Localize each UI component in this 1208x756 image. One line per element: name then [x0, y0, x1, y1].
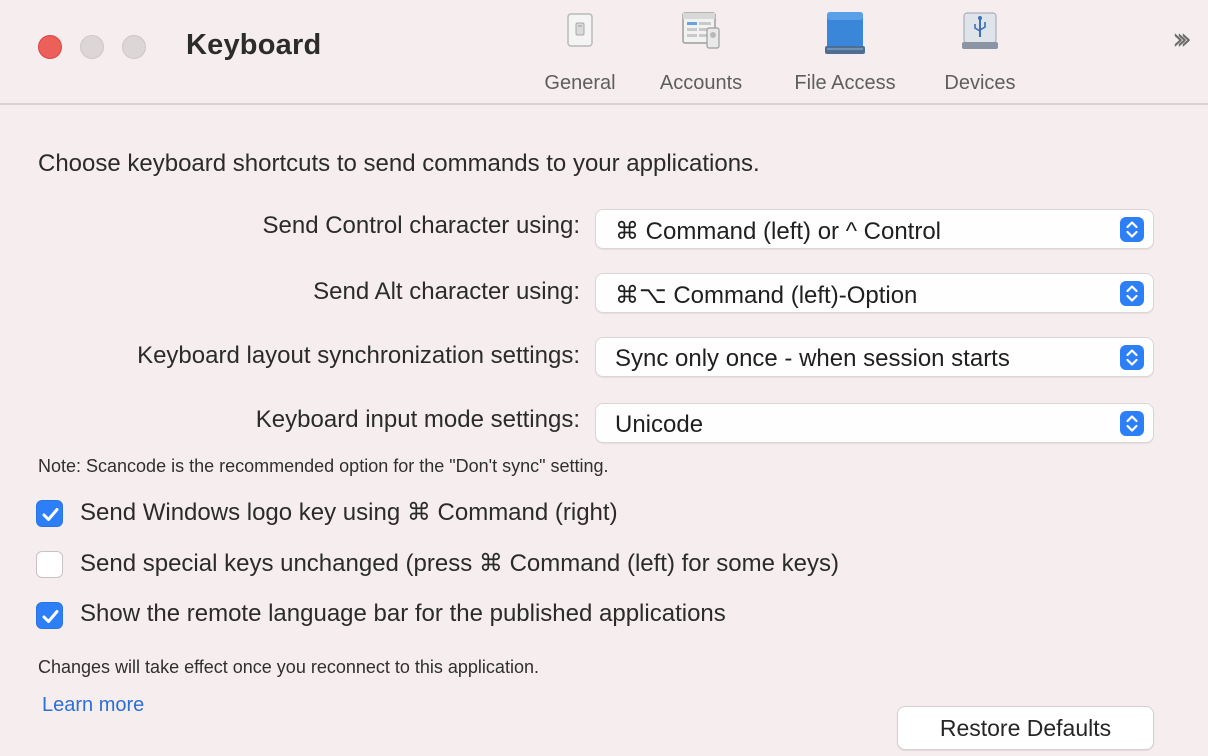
special-keys-unchanged-label: Send special keys unchanged (press ⌘ Com… — [80, 550, 839, 577]
select-value: Unicode — [615, 411, 704, 438]
toolbar-label-file-access: File Access — [794, 72, 896, 94]
select-value: ⌘⌥ Command (left)-Option — [615, 282, 918, 309]
toolbar-tab-accounts[interactable]: Accounts — [643, 10, 759, 100]
send-alt-character-select[interactable]: ⌘⌥ Command (left)-Option — [595, 273, 1154, 313]
special-keys-unchanged-checkbox[interactable] — [36, 551, 63, 578]
label-keyboard-input-mode: Keyboard input mode settings: — [255, 406, 580, 433]
minimize-window-button[interactable] — [80, 35, 104, 59]
select-value: ⌘ Command (left) or ^ Control — [615, 218, 942, 245]
maximize-window-button[interactable] — [122, 35, 146, 59]
toolbar-tab-file-access[interactable]: File Access — [774, 10, 916, 100]
devices-usb-icon — [957, 10, 1003, 57]
close-window-button[interactable] — [38, 35, 62, 59]
windows-logo-key-label: Send Windows logo key using ⌘ Command (r… — [80, 499, 618, 526]
send-control-character-select[interactable]: ⌘ Command (left) or ^ Control — [595, 209, 1154, 249]
changes-note: Changes will take effect once you reconn… — [38, 657, 539, 677]
keyboard-layout-sync-select[interactable]: Sync only once - when session starts — [595, 337, 1154, 377]
label-keyboard-layout-sync: Keyboard layout synchronization settings… — [137, 342, 580, 369]
general-switch-icon — [563, 10, 597, 55]
label-send-control-character: Send Control character using: — [262, 212, 580, 239]
learn-more-link[interactable]: Learn more — [42, 694, 144, 717]
keyboard-input-mode-select[interactable]: Unicode — [595, 403, 1154, 443]
select-stepper-icon — [1120, 411, 1144, 436]
select-value: Sync only once - when session starts — [615, 345, 1010, 372]
toolbar-tab-general[interactable]: General — [535, 10, 625, 100]
toolbar-label-accounts: Accounts — [659, 72, 743, 94]
toolbar-tab-devices[interactable]: Devices — [928, 10, 1032, 100]
checkmark-icon — [42, 610, 59, 623]
remote-language-bar-checkbox[interactable] — [36, 602, 63, 629]
windows-logo-key-checkbox[interactable] — [36, 500, 63, 527]
label-send-alt-character: Send Alt character using: — [313, 278, 580, 305]
toolbar-label-general: General — [544, 72, 616, 94]
remote-language-bar-label: Show the remote language bar for the pub… — [80, 600, 726, 627]
select-stepper-icon — [1120, 345, 1144, 370]
checkmark-icon — [42, 508, 59, 521]
intro-text: Choose keyboard shortcuts to send comman… — [38, 150, 760, 177]
chevron-double-right-icon[interactable]: ››› — [1172, 22, 1192, 57]
toolbar-label-devices: Devices — [944, 72, 1016, 94]
scancode-note: Note: Scancode is the recommended option… — [38, 456, 609, 476]
window-title: Keyboard — [186, 29, 322, 61]
window-toolbar: Keyboard General Accounts File Access De… — [0, 0, 1208, 105]
select-stepper-icon — [1120, 217, 1144, 242]
file-access-drive-icon — [821, 10, 869, 61]
restore-defaults-button[interactable]: Restore Defaults — [897, 706, 1154, 750]
select-stepper-icon — [1120, 281, 1144, 306]
accounts-window-icon — [677, 10, 725, 59]
